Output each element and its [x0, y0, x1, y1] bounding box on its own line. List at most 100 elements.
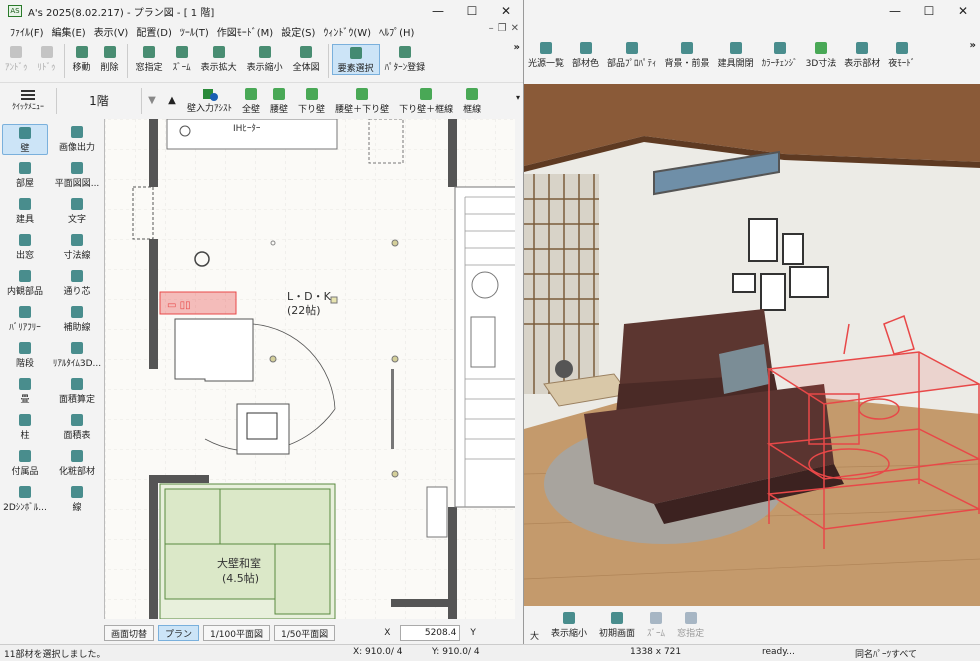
- menu-item-0[interactable]: ﾌｧｲﾙ(F): [6, 24, 48, 39]
- menu-item-7[interactable]: ｳｨﾝﾄﾞｳ(W): [319, 24, 375, 39]
- toolbar-scroll-icon[interactable]: ▾: [516, 93, 520, 102]
- toolbar3d-button-4[interactable]: 建具開閉: [714, 40, 758, 82]
- sidebar-item-20[interactable]: 2Dｼﾝﾎﾞﾙ...: [2, 484, 48, 513]
- view-button-0[interactable]: 画面切替: [104, 625, 155, 641]
- close-icon[interactable]: ✕: [489, 0, 523, 22]
- x-coord-field[interactable]: 5208.4: [400, 625, 461, 641]
- sidebar-item-7[interactable]: 寸法線: [54, 232, 100, 261]
- sidebar-item-17[interactable]: 面積表: [54, 412, 100, 441]
- wall-type-button-2[interactable]: 下り壁: [293, 86, 330, 115]
- close-icon[interactable]: ✕: [946, 0, 980, 22]
- sidebar-item-13[interactable]: ﾘｱﾙﾀｲﾑ3D...: [53, 340, 101, 369]
- wall-type-button-5[interactable]: 框線: [458, 86, 486, 115]
- sidebar-item-21[interactable]: 線: [54, 484, 100, 513]
- view-button-1[interactable]: プラン: [158, 625, 200, 641]
- sidebar-item-1[interactable]: 画像出力: [54, 124, 100, 153]
- sidebar-item-14[interactable]: 畳: [2, 376, 48, 405]
- bottom3d-label: 初期画面: [599, 629, 636, 639]
- door-open-icon: [729, 42, 742, 54]
- toolbar-button-0[interactable]: ｱﾝﾄﾞｩ: [0, 44, 33, 73]
- toolbar3d-button-2[interactable]: 部品ﾌﾟﾛﾊﾟﾃｨ: [603, 40, 661, 82]
- sidebar-item-5[interactable]: 文字: [54, 196, 100, 225]
- wall-assist-button[interactable]: 壁入力ｱｼｽﾄ: [182, 87, 237, 114]
- quick-menu-button[interactable]: ｸｲｯｸﾒﾆｭｰ: [0, 89, 56, 112]
- toolbar-button-5[interactable]: ｽﾞｰﾑ: [168, 44, 196, 73]
- sidebar-item-9[interactable]: 通り芯: [54, 268, 100, 297]
- minimize-icon[interactable]: —: [878, 0, 912, 22]
- sidebar-item-3[interactable]: 平面図図...: [54, 160, 100, 189]
- toolbar3d-button-6[interactable]: 3D寸法: [802, 40, 841, 82]
- 3d-viewport[interactable]: [524, 84, 980, 606]
- floor-down-icon[interactable]: ▼: [142, 95, 162, 106]
- menu-item-8[interactable]: ﾍﾙﾌﾟ(H): [375, 24, 418, 39]
- line-icon: [71, 486, 83, 498]
- wall-type-button-0[interactable]: 全壁: [237, 86, 265, 115]
- toolbar-overflow-icon[interactable]: »: [514, 42, 520, 53]
- wall-type-group: 全壁 腰壁 下り壁 腰壁＋下り壁 下り壁＋框線 框線: [237, 86, 486, 115]
- sidebar-item-6[interactable]: 出窓: [2, 232, 48, 261]
- bottom3d-button-1[interactable]: 表示縮小: [545, 606, 593, 643]
- menu-item-6[interactable]: 設定(S): [277, 24, 319, 39]
- bottom3d-label: 窓指定: [677, 629, 705, 639]
- toolbar-button-8[interactable]: 全体図: [288, 44, 325, 73]
- 3d-titlebar: — ☐ ✕: [524, 0, 980, 22]
- sidebar-item-18[interactable]: 付属品: [2, 448, 48, 477]
- menu-item-2[interactable]: 表示(V): [90, 24, 133, 39]
- bottom3d-label: ｽﾞｰﾑ: [647, 629, 666, 639]
- menu-item-3[interactable]: 配置(D): [132, 24, 176, 39]
- toolbar-button-2[interactable]: 移動: [68, 44, 96, 73]
- toolbar-button-7[interactable]: 表示縮小: [242, 44, 288, 73]
- sidebar-item-8[interactable]: 内観部品: [2, 268, 48, 297]
- toolbar-label: ﾘﾄﾞｩ: [37, 63, 56, 73]
- toolbar3d-button-0[interactable]: 光源一覧: [524, 40, 568, 82]
- floor-up-icon[interactable]: ▲: [162, 95, 182, 106]
- toolbar-button-4[interactable]: 窓指定: [131, 44, 168, 73]
- sidebar-item-4[interactable]: 建具: [2, 196, 48, 225]
- toolbar3d-button-8[interactable]: 夜ﾓｰﾄﾞ: [884, 40, 919, 82]
- floor-selector[interactable]: 1階: [56, 87, 142, 114]
- plan-canvas[interactable]: IHﾋｰﾀｰ ▭ ▯▯ L・D・K (22帖) 大壁和室 (4.5帖): [104, 119, 515, 619]
- menu-item-5[interactable]: 作図ﾓｰﾄﾞ(M): [213, 24, 277, 39]
- maximize-icon[interactable]: ☐: [912, 0, 946, 22]
- wall-type-button-3[interactable]: 腰壁＋下り壁: [330, 86, 394, 115]
- sidebar-item-16[interactable]: 柱: [2, 412, 48, 441]
- toolbar3d-button-7[interactable]: 表示部材: [840, 40, 884, 82]
- toolbar3d-button-3[interactable]: 背景・前景: [661, 40, 714, 82]
- toolbar3d-button-1[interactable]: 部材色: [568, 40, 603, 82]
- sidebar-item-label: 面積算定: [58, 395, 95, 405]
- mdi-restore-icon[interactable]: ❐: [498, 23, 507, 34]
- view-button-2[interactable]: 1/100平面図: [203, 625, 270, 641]
- toolbar3d-label: ｶﾗｰﾁｪﾝｼﾞ: [761, 59, 798, 69]
- minimize-icon[interactable]: —: [421, 0, 455, 22]
- bottom3d-button-4[interactable]: 窓指定: [671, 606, 710, 643]
- 3d-dimension-icon: [814, 42, 827, 54]
- sidebar-item-label: 化粧部材: [58, 467, 95, 477]
- sidebar-item-12[interactable]: 階段: [2, 340, 48, 369]
- sidebar-item-label: 階段: [15, 359, 34, 369]
- sidebar-item-11[interactable]: 補助線: [54, 304, 100, 333]
- bottom3d-button-3[interactable]: ｽﾞｰﾑ: [641, 606, 671, 643]
- mdi-minimize-icon[interactable]: –: [489, 23, 494, 34]
- menu-item-4[interactable]: ﾂｰﾙ(T): [176, 24, 213, 39]
- bottom3d-button-2[interactable]: 初期画面: [593, 606, 641, 643]
- view-button-3[interactable]: 1/50平面図: [273, 625, 336, 641]
- toolbar-button-10[interactable]: ﾊﾟﾀｰﾝ登録: [380, 44, 431, 73]
- mdi-close-icon[interactable]: ✕: [511, 23, 519, 34]
- wall-type-button-1[interactable]: 腰壁: [265, 86, 293, 115]
- sidebar-item-15[interactable]: 面積算定: [54, 376, 100, 405]
- toolbar-button-6[interactable]: 表示拡大: [196, 44, 242, 73]
- sidebar-item-0[interactable]: 壁: [2, 124, 48, 155]
- bottom3d-button-0[interactable]: 大: [524, 606, 545, 646]
- status-bar: 11部材を選択しました。 X: 910.0/ 4 Y: 910.0/ 4 133…: [0, 644, 980, 661]
- sidebar-item-2[interactable]: 部屋: [2, 160, 48, 189]
- toolbar3d-button-5[interactable]: ｶﾗｰﾁｪﾝｼﾞ: [758, 40, 802, 82]
- toolbar-label: 移動: [72, 63, 91, 73]
- sidebar-item-10[interactable]: ﾊﾞﾘｱﾌﾘｰ: [2, 304, 48, 333]
- toolbar-button-1[interactable]: ﾘﾄﾞｩ: [33, 44, 61, 73]
- wall-type-button-4[interactable]: 下り壁＋框線: [394, 86, 458, 115]
- toolbar-button-9[interactable]: 要素選択: [331, 44, 380, 75]
- toolbar-button-3[interactable]: 削除: [96, 44, 124, 73]
- menu-item-1[interactable]: 編集(E): [48, 24, 90, 39]
- maximize-icon[interactable]: ☐: [455, 0, 489, 22]
- sidebar-item-19[interactable]: 化粧部材: [54, 448, 100, 477]
